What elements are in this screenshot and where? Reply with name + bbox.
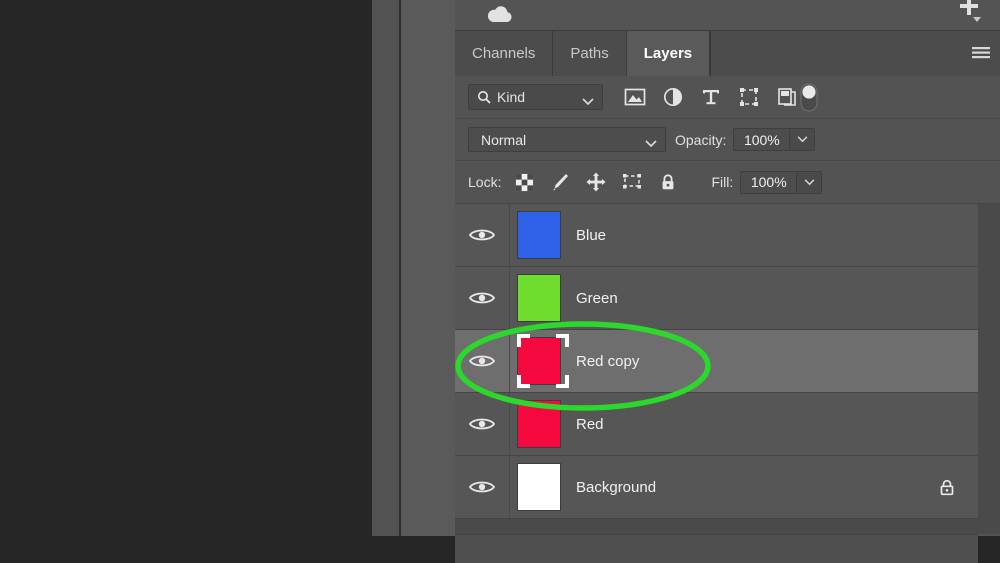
lock-icon-group	[513, 171, 679, 193]
canvas-area[interactable]	[0, 0, 372, 536]
cloud-icon[interactable]	[485, 4, 515, 26]
layer-thumbnail-cell[interactable]	[510, 204, 568, 266]
layer-name[interactable]: Red copy	[576, 353, 639, 370]
layer-filter-row: Kind	[455, 76, 1000, 119]
filter-kind-label: Kind	[497, 89, 526, 105]
filter-enable-toggle[interactable]	[800, 83, 818, 112]
eye-icon	[469, 292, 495, 304]
fill-input[interactable]: 100%	[740, 170, 798, 194]
layer-visibility-toggle[interactable]	[455, 456, 510, 518]
blend-opacity-row: Normal Opacity: 100%	[455, 119, 1000, 161]
layer-list-tail	[455, 534, 978, 563]
layer-thumbnail[interactable]	[517, 274, 561, 322]
tab-channels[interactable]: Channels	[455, 31, 554, 76]
filter-kind-select[interactable]: Kind	[468, 84, 603, 110]
layer-thumbnail-cell[interactable]	[510, 393, 568, 455]
blend-mode-value: Normal	[481, 131, 527, 148]
layer-thumbnail-cell[interactable]	[510, 456, 568, 518]
layer-visibility-toggle[interactable]	[455, 204, 510, 266]
photoshop-window: Channels Paths Layers Kind Normal Opacit…	[0, 0, 1000, 563]
chevron-down-icon	[582, 93, 594, 111]
layer-visibility-toggle[interactable]	[455, 393, 510, 455]
layer-name[interactable]: Blue	[576, 227, 606, 244]
panel-menu-icon[interactable]	[970, 44, 992, 62]
filter-smart-object-layers-icon[interactable]	[774, 84, 800, 110]
fill-stepper[interactable]	[797, 170, 823, 194]
search-icon	[477, 90, 491, 104]
eye-icon	[469, 229, 495, 241]
opacity-input[interactable]: 100%	[733, 128, 791, 151]
tab-layers[interactable]: Layers	[626, 31, 711, 76]
panel-tab-bar: Channels Paths Layers	[455, 31, 1000, 76]
layer-thumbnail[interactable]	[517, 211, 561, 259]
thumbnail-selection-brackets	[517, 334, 569, 388]
lock-all-icon[interactable]	[657, 171, 679, 193]
layer-name[interactable]: Background	[576, 479, 656, 496]
eye-icon	[469, 481, 495, 493]
panel-top-bar	[455, 0, 1000, 31]
table-row[interactable]: Blue	[455, 204, 978, 267]
layer-locked-icon	[938, 478, 956, 496]
blend-mode-select[interactable]: Normal	[468, 127, 666, 152]
layer-thumbnail-cell[interactable]	[510, 267, 568, 329]
layer-thumbnail[interactable]	[517, 400, 561, 448]
dock-strip-right	[401, 0, 457, 536]
lock-label: Lock:	[468, 174, 502, 190]
eye-icon	[469, 418, 495, 430]
lock-transparent-pixels-icon[interactable]	[513, 171, 535, 193]
lock-artboard-nesting-icon[interactable]	[621, 171, 643, 193]
filter-shape-layers-icon[interactable]	[736, 84, 762, 110]
table-row[interactable]: Green	[455, 267, 978, 330]
chevron-down-icon	[645, 135, 657, 153]
table-row[interactable]: Red	[455, 393, 978, 456]
lock-position-icon[interactable]	[585, 171, 607, 193]
eye-icon	[469, 355, 495, 367]
layer-visibility-toggle[interactable]	[455, 330, 510, 392]
table-row[interactable]: Red copy	[455, 330, 978, 393]
fill-label: Fill:	[711, 174, 734, 190]
filter-type-icons	[622, 84, 800, 110]
lock-image-pixels-icon[interactable]	[549, 171, 571, 193]
filter-pixel-layers-icon[interactable]	[622, 84, 648, 110]
add-button-icon[interactable]	[946, 0, 986, 30]
layer-name[interactable]: Red	[576, 416, 604, 433]
table-row[interactable]: Background	[455, 456, 978, 519]
opacity-label: Opacity:	[675, 131, 727, 148]
tab-paths[interactable]: Paths	[553, 31, 627, 76]
filter-type-layers-icon[interactable]	[698, 84, 724, 110]
layer-list: Blue Green Red copy Red Background	[455, 204, 1000, 563]
layer-list-scroll-gutter[interactable]	[978, 204, 1000, 534]
layer-thumbnail-cell[interactable]	[510, 330, 569, 392]
layers-panel: Channels Paths Layers Kind Normal Opacit…	[455, 0, 1000, 563]
layer-visibility-toggle[interactable]	[455, 267, 510, 329]
opacity-stepper[interactable]	[790, 128, 816, 151]
layer-thumbnail[interactable]	[517, 463, 561, 511]
filter-adjustment-layers-icon[interactable]	[660, 84, 686, 110]
tab-bar-filler	[710, 31, 1000, 76]
layer-name[interactable]: Green	[576, 290, 618, 307]
dock-strip-left	[372, 0, 401, 536]
lock-fill-row: Lock: Fill: 100%	[455, 161, 1000, 204]
